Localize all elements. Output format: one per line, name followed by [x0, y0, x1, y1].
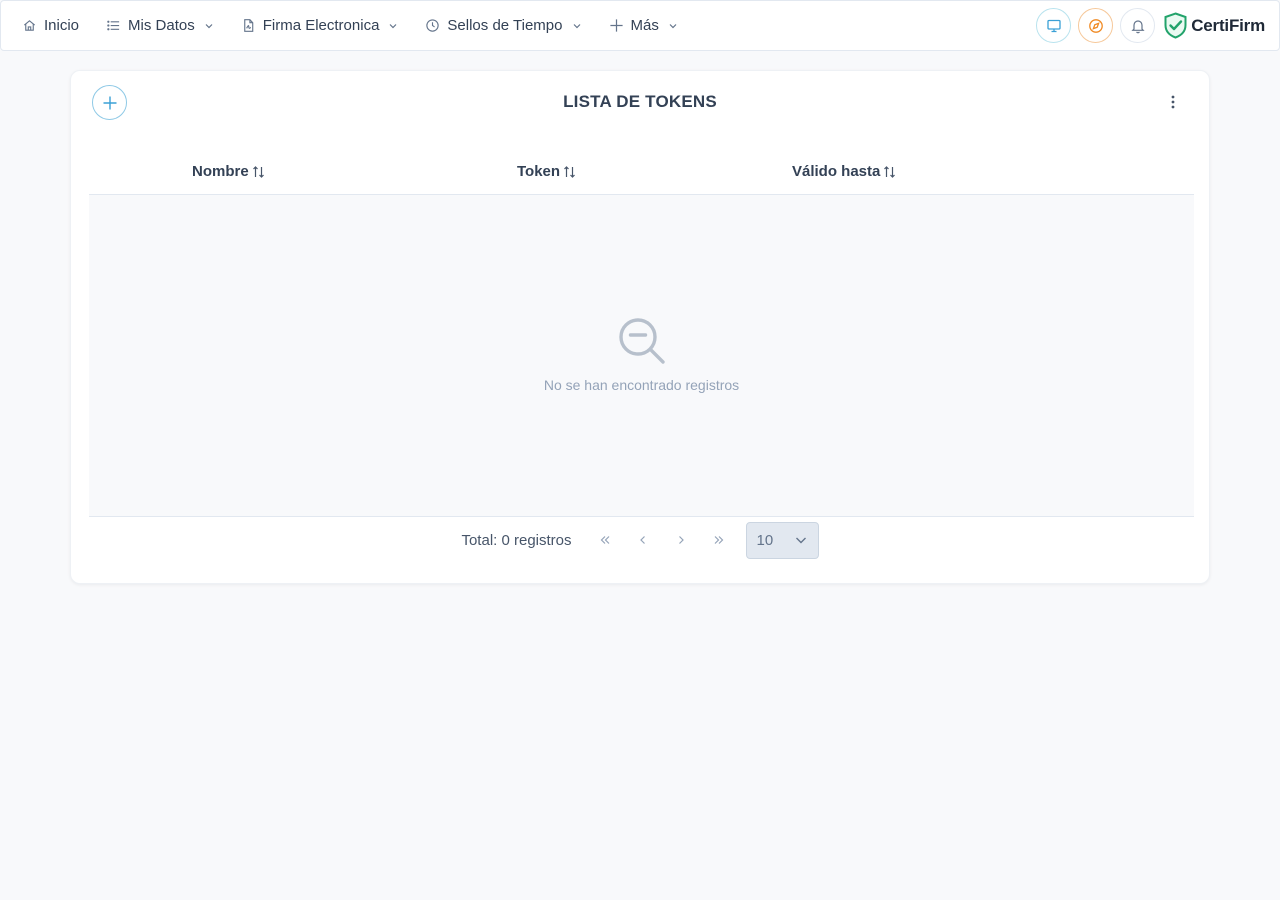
- compass-button[interactable]: [1078, 8, 1114, 43]
- monitor-button[interactable]: [1036, 8, 1072, 43]
- table-body: No se han encontrado registros: [89, 195, 1194, 517]
- shield-check-logo-icon: [1164, 12, 1187, 39]
- header-tools: CertiFirm: [1029, 1, 1265, 50]
- column-header-label: Token: [517, 163, 561, 180]
- document-icon: [241, 18, 256, 33]
- top-navbar: Inicio Mis Datos Firma Electronica Sello…: [0, 0, 1280, 51]
- page-size-value: 10: [756, 531, 774, 549]
- chevron-down-icon: [668, 21, 678, 31]
- previous-page-button[interactable]: [627, 524, 659, 556]
- column-header-nombre[interactable]: Nombre: [192, 163, 265, 180]
- nav-item-label: Firma Electronica: [262, 17, 380, 34]
- plus-icon: [609, 18, 624, 33]
- page-size-select[interactable]: 10: [745, 521, 819, 559]
- chevrons-left-icon: [600, 536, 609, 544]
- chevron-left-icon: [639, 536, 645, 544]
- nav-item-inicio[interactable]: Inicio: [22, 1, 79, 50]
- monitor-icon: [1047, 19, 1061, 32]
- compass-icon: [1088, 18, 1103, 33]
- empty-message: No se han encontrado registros: [543, 377, 740, 393]
- brand[interactable]: CertiFirm: [1163, 12, 1265, 39]
- sort-icon: [883, 165, 896, 179]
- nav-item-firma-electronica[interactable]: Firma Electronica: [241, 1, 399, 50]
- total-records: Total: 0 registros: [461, 531, 572, 549]
- nav-item-mis-datos[interactable]: Mis Datos: [106, 1, 214, 50]
- home-icon: [22, 18, 37, 33]
- brand-name: CertiFirm: [1191, 15, 1265, 35]
- chevrons-right-icon: [714, 536, 723, 544]
- first-page-button[interactable]: [589, 524, 621, 556]
- table-header: Nombre Token Válido hasta: [89, 153, 1194, 195]
- chevron-down-icon: [795, 537, 806, 544]
- tokens-table: Nombre Token Válido hasta No se han enco…: [89, 153, 1194, 517]
- nav-item-label: Mis Datos: [128, 17, 195, 34]
- more-options-button[interactable]: [1163, 92, 1183, 112]
- sort-icon: [563, 165, 576, 179]
- kebab-menu-icon: [1171, 95, 1175, 109]
- last-page-button[interactable]: [703, 524, 735, 556]
- tokens-card: LISTA DE TOKENS Nombre Token Válido hast…: [70, 70, 1210, 584]
- nav-item-label: Más: [630, 17, 659, 34]
- bell-icon: [1131, 19, 1145, 33]
- column-header-label: Nombre: [192, 163, 249, 180]
- main-nav: Inicio Mis Datos Firma Electronica Sello…: [1, 1, 705, 50]
- column-header-valido-hasta[interactable]: Válido hasta: [792, 163, 896, 180]
- nav-item-label: Sellos de Tiempo: [447, 17, 563, 34]
- nav-item-mas[interactable]: Más: [609, 1, 678, 50]
- clock-icon: [425, 18, 440, 33]
- empty-state: No se han encontrado registros: [89, 315, 1194, 393]
- page-title: LISTA DE TOKENS: [563, 92, 717, 111]
- search-minus-icon: [618, 318, 665, 364]
- column-header-token[interactable]: Token: [517, 163, 576, 180]
- chevron-right-icon: [678, 536, 684, 544]
- column-header-label: Válido hasta: [792, 163, 881, 180]
- pagination: Total: 0 registros 10: [71, 517, 1209, 563]
- notifications-button[interactable]: [1120, 8, 1156, 43]
- next-page-button[interactable]: [665, 524, 697, 556]
- list-icon: [106, 18, 121, 33]
- nav-item-label: Inicio: [44, 17, 80, 34]
- chevron-down-icon: [572, 21, 582, 31]
- sort-icon: [252, 165, 265, 179]
- chevron-down-icon: [204, 21, 214, 31]
- nav-item-sellos-de-tiempo[interactable]: Sellos de Tiempo: [425, 1, 581, 50]
- chevron-down-icon: [388, 21, 398, 31]
